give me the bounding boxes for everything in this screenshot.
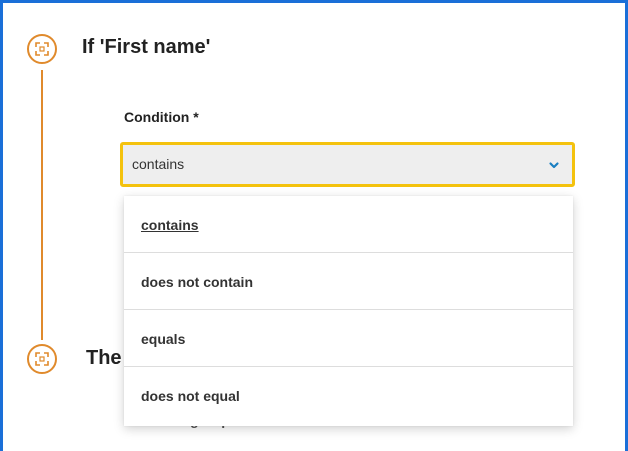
dropdown-option-does-not-equal[interactable]: does not equal (124, 367, 573, 424)
rule-editor-panel: If 'First name' Condition * contains The… (0, 0, 628, 451)
dropdown-option-contains[interactable]: contains (124, 196, 573, 253)
dropdown-option-does-not-contain[interactable]: does not contain (124, 253, 573, 310)
condition-select[interactable]: contains (120, 142, 575, 187)
option-label: does not contain (141, 274, 253, 290)
scan-icon (27, 344, 57, 374)
timeline-connector (41, 70, 43, 340)
step-title-then: The (86, 347, 122, 369)
scan-icon (27, 34, 57, 64)
step-title-condition: If 'First name' (82, 36, 211, 58)
condition-select-value: contains (132, 156, 185, 172)
dropdown-option-equals[interactable]: equals (124, 310, 573, 367)
chevron-down-icon (549, 162, 559, 169)
option-label: does not equal (141, 388, 240, 404)
option-label: contains (141, 217, 199, 233)
condition-dropdown-menu: contains does not contain equals does no… (124, 196, 573, 426)
option-label: equals (141, 331, 186, 347)
condition-label: Condition * (124, 109, 199, 125)
